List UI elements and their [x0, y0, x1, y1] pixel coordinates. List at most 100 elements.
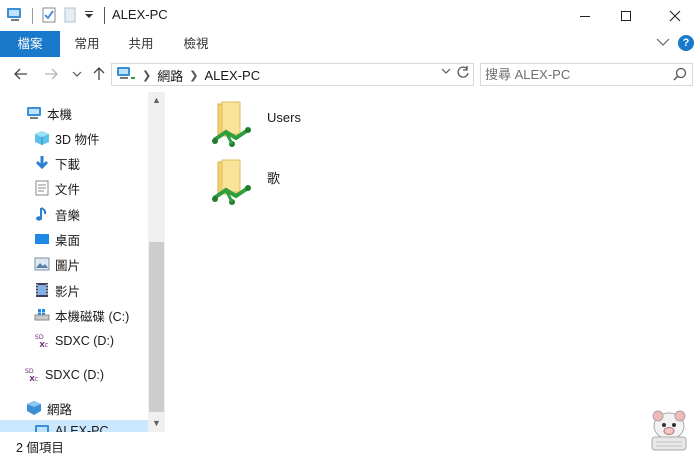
- search-box[interactable]: [480, 63, 693, 86]
- list-item[interactable]: Users: [210, 100, 330, 154]
- sdxc-icon: SD X C: [24, 367, 40, 383]
- network-icon: [26, 400, 42, 416]
- windows-drive-icon: [34, 307, 50, 323]
- sidebar-item-downloads[interactable]: 下載: [34, 152, 80, 174]
- properties-icon[interactable]: [41, 7, 57, 26]
- svg-text:C: C: [45, 343, 49, 349]
- forward-button[interactable]: [42, 65, 60, 83]
- network-icon: [116, 66, 136, 85]
- navigation-pane: 本機 3D 物件 下載 文件 音樂 桌面 圖片 影片 本機磁碟 (C:) SD …: [0, 92, 165, 432]
- tab-share[interactable]: 共用: [116, 31, 166, 57]
- minimize-button[interactable]: [562, 0, 608, 31]
- sidebar-item-local-disk-c[interactable]: 本機磁碟 (C:): [34, 304, 129, 326]
- folder-name: 歌: [267, 171, 281, 186]
- sdxc-icon: SD X C: [34, 333, 50, 349]
- chevron-down-icon: [72, 71, 82, 77]
- breadcrumb-network[interactable]: 網路: [157, 66, 183, 85]
- list-item[interactable]: 歌: [210, 158, 330, 212]
- window-title: ALEX-PC: [112, 7, 168, 22]
- sidebar-item-pictures[interactable]: 圖片: [34, 253, 80, 275]
- sidebar-item-alex-pc[interactable]: ALEX-PC: [0, 420, 148, 432]
- file-list: Users 歌: [165, 92, 700, 432]
- expand-ribbon-button[interactable]: [656, 36, 670, 50]
- title-separator: [104, 7, 105, 24]
- tab-home[interactable]: 常用: [62, 31, 112, 57]
- tab-file[interactable]: 檔案: [0, 31, 60, 57]
- sidebar-item-label: 桌面: [55, 233, 81, 248]
- computer-icon: [6, 7, 24, 26]
- sidebar-item-music[interactable]: 音樂: [34, 203, 80, 225]
- downloads-icon: [34, 155, 50, 171]
- sidebar-item-label: 網路: [47, 402, 73, 417]
- chevron-down-icon: [656, 38, 670, 46]
- shared-folder-icon: [210, 100, 254, 153]
- sidebar-item-this-pc[interactable]: 本機: [26, 102, 72, 124]
- computer-icon: [26, 105, 42, 121]
- sidebar-item-label: 本機: [47, 107, 73, 122]
- navigation-scrollbar[interactable]: ▲ ▼: [148, 92, 165, 432]
- quick-access-toolbar: [6, 6, 95, 26]
- 3d-objects-icon: [34, 130, 50, 146]
- status-bar: 2 個項目: [0, 432, 700, 458]
- breadcrumb-chevron-icon: ❯: [189, 69, 199, 82]
- sidebar-item-label: 文件: [55, 182, 81, 197]
- sidebar-item-label: SDXC (D:): [45, 368, 105, 382]
- pictures-icon: [34, 256, 50, 272]
- folder-name: Users: [267, 110, 301, 125]
- back-button[interactable]: [12, 65, 30, 83]
- scroll-thumb[interactable]: [149, 242, 164, 412]
- documents-icon: [34, 180, 50, 196]
- maximize-button[interactable]: [603, 0, 649, 31]
- sidebar-item-network[interactable]: 網路: [26, 397, 72, 419]
- videos-icon: [34, 282, 50, 298]
- sidebar-item-label: ALEX-PC: [55, 424, 109, 432]
- chevron-down-icon: [441, 68, 451, 74]
- sidebar-item-label: 影片: [55, 284, 81, 299]
- watermark-mascot-icon: [644, 404, 694, 454]
- refresh-icon: [457, 66, 469, 78]
- tab-view[interactable]: 檢視: [171, 31, 221, 57]
- sidebar-item-sdxc-d[interactable]: SD X C SDXC (D:): [34, 330, 114, 352]
- sidebar-item-sdxc-d-root[interactable]: SD X C SDXC (D:): [24, 364, 104, 386]
- arrow-right-icon: [45, 68, 58, 80]
- sidebar-item-3d-objects[interactable]: 3D 物件: [34, 127, 99, 149]
- arrow-left-icon: [14, 68, 27, 80]
- up-button[interactable]: [90, 65, 108, 83]
- desktop-icon: [34, 231, 50, 247]
- scroll-up-icon[interactable]: ▲: [148, 92, 165, 109]
- item-count: 2 個項目: [16, 441, 64, 455]
- customize-dropdown-icon[interactable]: [83, 8, 95, 25]
- sidebar-item-label: 音樂: [55, 208, 81, 223]
- music-icon: [34, 206, 50, 222]
- sidebar-item-documents[interactable]: 文件: [34, 177, 80, 199]
- address-history-button[interactable]: [441, 67, 451, 78]
- sidebar-item-label: 3D 物件: [55, 132, 100, 147]
- address-bar[interactable]: ❯ 網路 ❯ ALEX-PC: [111, 63, 474, 86]
- arrow-up-icon: [93, 67, 105, 80]
- refresh-button[interactable]: [456, 65, 470, 82]
- sidebar-item-label: SDXC (D:): [55, 334, 115, 348]
- computer-icon: [34, 423, 50, 432]
- close-icon: [669, 10, 681, 21]
- close-button[interactable]: [652, 0, 698, 31]
- sidebar-item-label: 本機磁碟 (C:): [55, 309, 130, 324]
- ribbon-tabs: 檔案 常用 共用 檢視 ?: [0, 31, 700, 57]
- breadcrumb: ❯ 網路 ❯ ALEX-PC: [116, 66, 260, 84]
- scroll-down-icon[interactable]: ▼: [148, 415, 165, 432]
- breadcrumb-alex-pc[interactable]: ALEX-PC: [204, 68, 260, 83]
- recent-locations-button[interactable]: [68, 65, 86, 83]
- sidebar-item-label: 下載: [55, 157, 81, 172]
- shared-folder-icon: [210, 158, 254, 211]
- file-explorer-window: ALEX-PC 檔案 常用 共用 檢視 ? ❯ 網路 ❯ ALEX-PC 搜尋 …: [0, 0, 700, 458]
- new-folder-icon[interactable]: [63, 7, 77, 26]
- maximize-icon: [621, 10, 631, 21]
- title-bar: ALEX-PC: [0, 0, 700, 31]
- search-icon: [673, 67, 687, 84]
- sidebar-item-desktop[interactable]: 桌面: [34, 228, 80, 250]
- search-input[interactable]: [485, 66, 665, 83]
- toolbar-separator: [32, 8, 33, 24]
- sidebar-item-videos[interactable]: 影片: [34, 279, 80, 301]
- minimize-icon: [580, 15, 590, 17]
- ribbon-controls: ?: [656, 35, 694, 51]
- help-button[interactable]: ?: [678, 35, 694, 51]
